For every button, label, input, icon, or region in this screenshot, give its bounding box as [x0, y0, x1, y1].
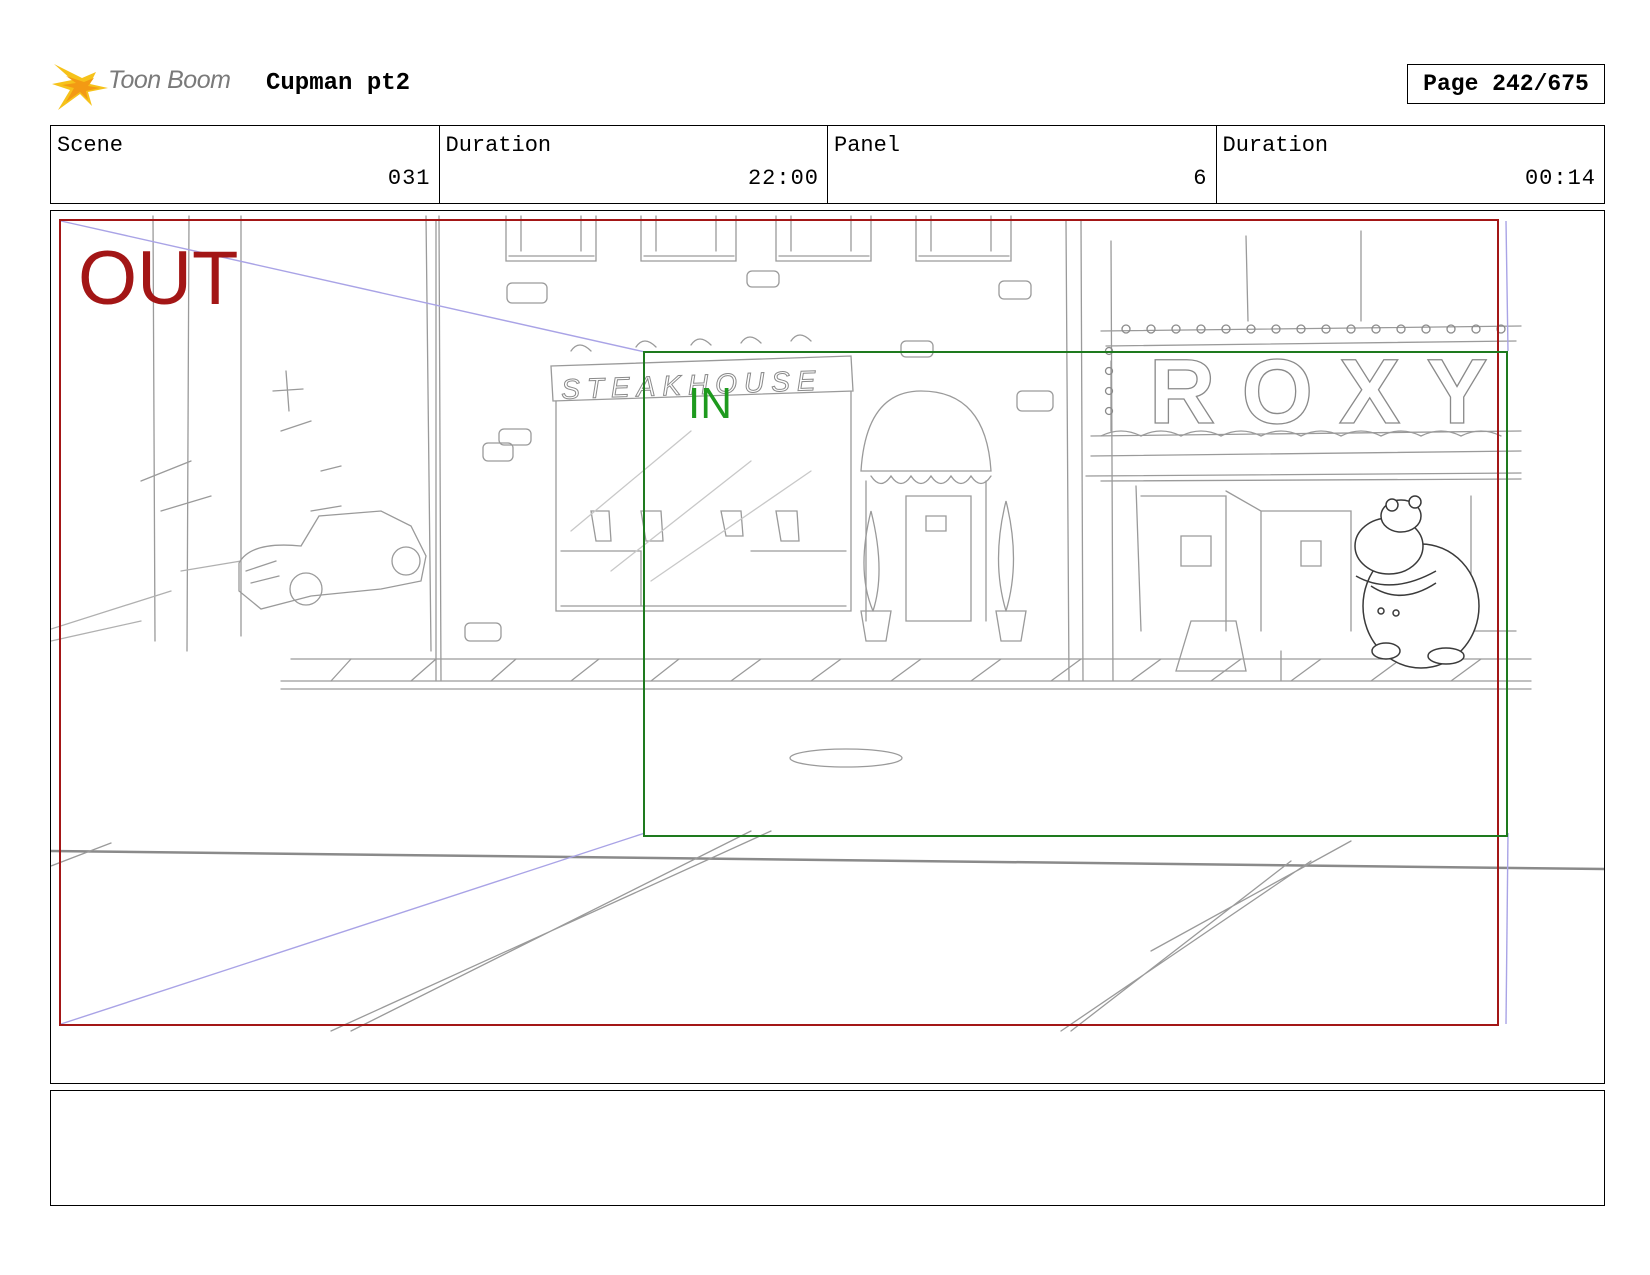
page-indicator: Page 242/675	[1407, 64, 1605, 104]
panel-duration-label: Duration	[1222, 133, 1329, 158]
header: Toon Boom Cupman pt2 Page 242/675	[0, 0, 1650, 125]
panel-cell: Panel 6	[828, 126, 1217, 203]
panel-duration-value: 00:14	[1524, 166, 1596, 191]
out-frame-label: OUT	[78, 236, 239, 321]
notes-area[interactable]	[50, 1090, 1605, 1206]
hippo-character	[1354, 495, 1480, 669]
starburst-icon	[52, 64, 108, 110]
scene-label: Scene	[57, 133, 124, 158]
panel-value: 6	[1193, 166, 1208, 191]
scene-duration-value: 22:00	[747, 166, 819, 191]
storyboard-panel[interactable]: STEAKHOUSE ROXY OUT IN	[50, 210, 1605, 1084]
info-row: Scene 031 Duration 22:00 Panel 6 Duratio…	[50, 125, 1605, 204]
scene-duration-cell: Duration 22:00	[440, 126, 828, 203]
project-title: Cupman pt2	[266, 70, 411, 97]
roxy-sign-text: ROXY	[1149, 341, 1514, 443]
toon-boom-logo: Toon Boom	[52, 58, 252, 114]
scene-duration-label: Duration	[445, 133, 552, 158]
scene-value: 031	[387, 166, 431, 191]
logo-text: Toon Boom	[108, 66, 231, 94]
panel-duration-cell: Duration 00:14	[1217, 126, 1605, 203]
scene-cell: Scene 031	[51, 126, 440, 203]
panel-label: Panel	[834, 133, 901, 158]
in-frame-label: IN	[688, 379, 732, 428]
panel-sketch: STEAKHOUSE ROXY	[51, 215, 1604, 1032]
